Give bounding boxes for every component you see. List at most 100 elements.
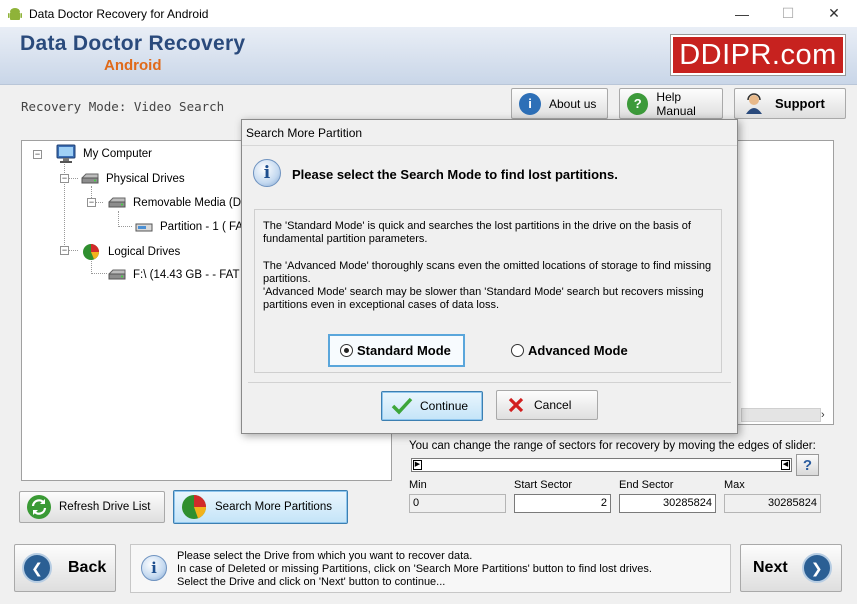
pie-chart-icon	[182, 495, 206, 519]
window-title: Data Doctor Recovery for Android	[29, 6, 209, 21]
close-button[interactable]: ✕	[811, 0, 857, 27]
tree-line	[118, 211, 119, 227]
about-us-button[interactable]: i About us	[511, 88, 608, 119]
tree-line	[91, 273, 107, 274]
tree-item-physical-drives[interactable]: Physical Drives	[80, 171, 185, 187]
standard-mode-description: The 'Standard Mode' is quick and searche…	[263, 220, 691, 245]
tree-item-f-drive[interactable]: F:\ (14.43 GB - - FAT	[107, 267, 240, 283]
header-banner: Data Doctor Recovery Android DDIPR.com	[0, 27, 857, 85]
brand-subtitle: Android	[104, 57, 162, 74]
pie-chart-icon	[83, 244, 99, 260]
removable-media-label: Removable Media (Dis	[133, 197, 250, 209]
advanced-mode-label: Advanced Mode	[528, 343, 628, 358]
next-arrow-icon: ❯	[801, 553, 832, 583]
collapse-toggle[interactable]: −	[60, 246, 69, 255]
tree-item-logical-drives[interactable]: Logical Drives	[80, 243, 180, 261]
instruction-box: i Please select the Drive from which you…	[130, 544, 731, 593]
tree-item-partition-1[interactable]: Partition - 1 ( FA	[134, 219, 243, 235]
start-sector-input[interactable]: 2	[514, 494, 611, 513]
standard-mode-label: Standard Mode	[357, 343, 451, 358]
search-more-partitions-button[interactable]: Search More Partitions	[173, 490, 348, 524]
f-drive-label: F:\ (14.43 GB - - FAT	[133, 269, 240, 281]
dialog-title: Search More Partition	[246, 126, 363, 140]
standard-mode-radio[interactable]: Standard Mode	[340, 343, 451, 358]
end-sector-input[interactable]: 30285824	[619, 494, 716, 513]
radio-selected-icon	[340, 344, 353, 357]
max-label: Max	[724, 479, 745, 491]
help-icon: ?	[627, 92, 649, 115]
checkmark-icon	[391, 397, 413, 415]
continue-label: Continue	[420, 399, 469, 413]
bottom-strip: ❮ Back i Please select the Drive from wh…	[0, 540, 857, 604]
scroll-right-icon[interactable]: ›	[821, 409, 825, 421]
divider	[248, 382, 731, 383]
sector-range-message: You can change the range of sectors for …	[409, 440, 816, 452]
removable-drive-icon	[108, 197, 126, 208]
search-more-label: Search More Partitions	[215, 501, 332, 513]
collapse-toggle[interactable]: −	[60, 174, 69, 183]
advanced-mode-note: 'Advanced Mode' search may be slower tha…	[263, 286, 704, 311]
advanced-mode-description: The 'Advanced Mode' thoroughly scans eve…	[263, 260, 712, 285]
collapse-toggle[interactable]: −	[33, 150, 42, 159]
instruction-line-3: Select the Drive and click on 'Next' but…	[177, 576, 446, 588]
refresh-label: Refresh Drive List	[59, 501, 151, 513]
support-label: Support	[775, 96, 825, 111]
divider	[242, 145, 737, 146]
drive-icon	[108, 269, 126, 280]
tree-item-removable-media[interactable]: Removable Media (Dis	[107, 195, 249, 211]
maximize-button[interactable]: ☐	[765, 0, 811, 27]
back-button[interactable]: ❮ Back	[14, 544, 116, 592]
next-label: Next	[753, 559, 788, 576]
minimize-button[interactable]: —	[719, 0, 765, 27]
cancel-label: Cancel	[534, 398, 572, 412]
instruction-line-2: In case of Deleted or missing Partitions…	[177, 563, 652, 575]
cancel-button[interactable]: Cancel	[496, 390, 598, 420]
title-bar: Data Doctor Recovery for Android — ☐ ✕	[0, 0, 857, 27]
support-button[interactable]: Support	[734, 88, 846, 119]
instruction-line-1: Please select the Drive from which you w…	[177, 550, 473, 562]
advanced-mode-radio[interactable]: Advanced Mode	[511, 343, 628, 358]
min-sector-field: 0	[409, 494, 506, 513]
sector-range-slider[interactable]: ▶ ◀	[411, 458, 792, 472]
back-arrow-icon: ❮	[22, 553, 52, 583]
back-label: Back	[68, 559, 107, 576]
horizontal-scrollbar-thumb[interactable]	[741, 408, 821, 422]
partition-1-label: Partition - 1 ( FA	[160, 221, 244, 233]
info-icon: i	[519, 92, 541, 115]
logical-drives-label: Logical Drives	[108, 246, 181, 258]
my-computer-label: My Computer	[83, 148, 153, 160]
info-icon: i	[141, 555, 167, 581]
ddipr-logo: DDIPR.com	[671, 35, 845, 75]
mode-description-box: The 'Standard Mode' is quick and searche…	[254, 209, 722, 373]
tree-line	[118, 226, 132, 227]
computer-icon	[56, 144, 76, 163]
help-manual-label: Help Manual	[656, 89, 696, 118]
support-person-icon	[746, 92, 762, 114]
hard-drive-icon	[81, 173, 99, 184]
radio-unselected-icon	[511, 344, 524, 357]
brand-title: Data Doctor Recovery	[20, 32, 246, 55]
search-more-partition-dialog: Search More Partition i Please select th…	[241, 119, 738, 434]
recovery-mode-label: Recovery Mode: Video Search	[21, 99, 225, 114]
tree-item-my-computer[interactable]: My Computer	[55, 144, 152, 164]
partition-icon	[135, 223, 153, 232]
next-button[interactable]: Next ❯	[740, 544, 842, 592]
slider-start-handle[interactable]: ▶	[413, 460, 422, 470]
cross-icon	[508, 397, 524, 413]
help-manual-button[interactable]: ? Help Manual	[619, 88, 723, 119]
refresh-icon	[27, 495, 51, 519]
min-label: Min	[409, 479, 427, 491]
sector-help-button[interactable]: ?	[796, 454, 819, 476]
android-app-icon	[8, 7, 22, 20]
start-sector-label: Start Sector	[514, 479, 573, 491]
slider-end-handle[interactable]: ◀	[781, 460, 790, 470]
max-sector-field: 30285824	[724, 494, 821, 513]
sector-range-group: You can change the range of sectors for …	[403, 432, 833, 518]
dialog-heading: Please select the Search Mode to find lo…	[292, 167, 618, 182]
refresh-drive-list-button[interactable]: Refresh Drive List	[19, 491, 165, 523]
collapse-toggle[interactable]: −	[87, 198, 96, 207]
end-sector-label: End Sector	[619, 479, 674, 491]
about-us-label: About us	[549, 96, 597, 111]
physical-drives-label: Physical Drives	[106, 173, 185, 185]
continue-button[interactable]: Continue	[381, 391, 483, 421]
